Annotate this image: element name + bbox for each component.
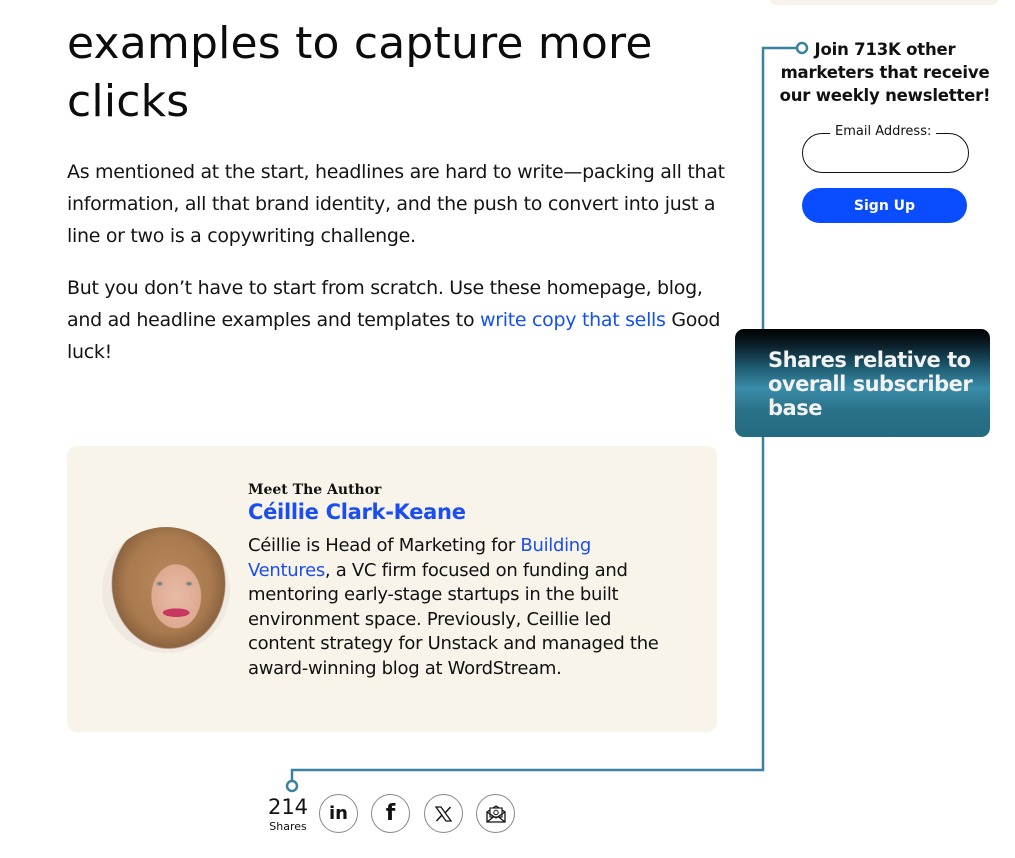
annotation-tooltip: Shares relative to overall subscriber ba… bbox=[735, 329, 990, 437]
author-avatar bbox=[102, 527, 230, 653]
shares-label: Shares bbox=[269, 820, 307, 833]
bio-text: Céillie is Head of Marketing for bbox=[248, 535, 521, 556]
article-paragraph: But you don’t have to start from scratch… bbox=[67, 272, 727, 368]
tooltip-text: Shares relative to overall subscriber ba… bbox=[768, 348, 973, 420]
email-icon bbox=[485, 804, 506, 823]
write-copy-link[interactable]: write copy that sells bbox=[480, 309, 666, 331]
email-field-group: Email Address: bbox=[802, 124, 969, 173]
x-icon bbox=[435, 805, 452, 822]
newsletter-pitch: Join 713K other marketers that receive o… bbox=[779, 40, 991, 105]
author-name-link[interactable]: Céillie Clark-Keane bbox=[248, 500, 466, 524]
previous-card-edge bbox=[768, 0, 1000, 5]
meet-author-label: Meet The Author bbox=[248, 482, 382, 498]
connector-node-shares bbox=[285, 779, 299, 793]
sign-up-button[interactable]: Sign Up bbox=[802, 188, 967, 223]
author-card: Meet The Author Céillie Clark-Keane Céil… bbox=[67, 446, 717, 732]
author-bio: Céillie is Head of Marketing for Buildin… bbox=[248, 534, 678, 681]
linkedin-icon: in bbox=[329, 803, 348, 824]
email-input[interactable] bbox=[802, 133, 969, 173]
share-x-button[interactable] bbox=[424, 794, 463, 833]
article-headline: examples to capture more clicks bbox=[67, 18, 653, 128]
share-linkedin-button[interactable]: in bbox=[319, 794, 358, 833]
facebook-icon: f bbox=[385, 801, 396, 826]
share-email-button[interactable] bbox=[476, 794, 515, 833]
article-paragraph: As mentioned at the start, headlines are… bbox=[67, 161, 725, 247]
shares-count: 214 bbox=[267, 795, 309, 819]
email-label: Email Address: bbox=[830, 124, 937, 139]
share-facebook-button[interactable]: f bbox=[371, 794, 410, 833]
